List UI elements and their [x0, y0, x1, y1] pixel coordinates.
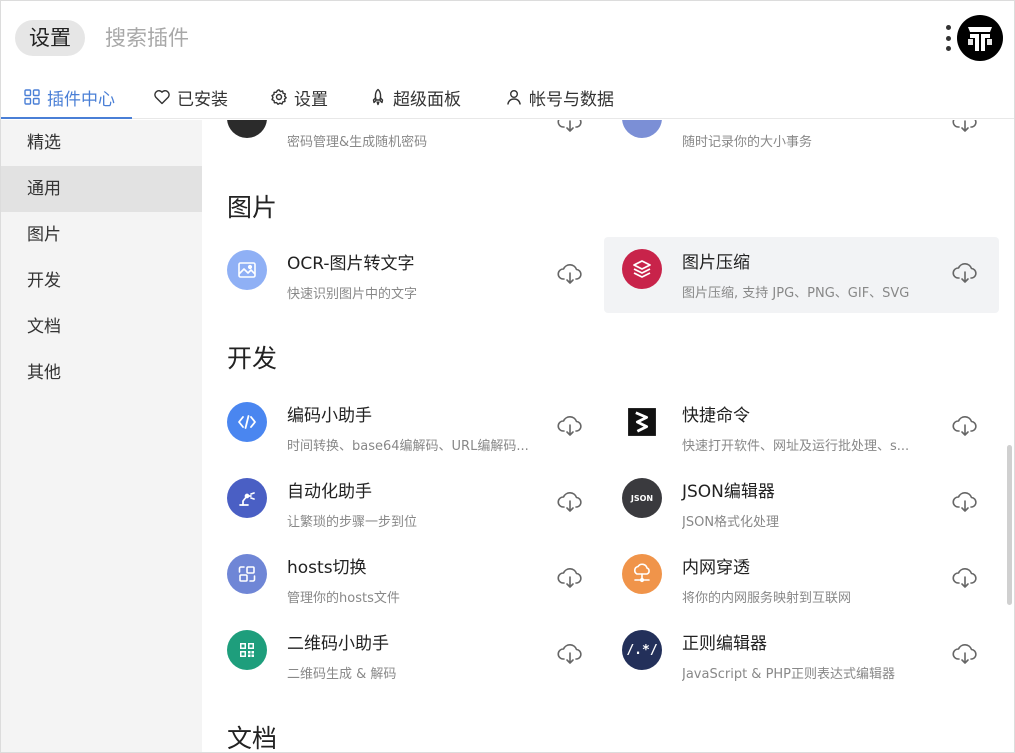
download-cloud-icon[interactable]: [952, 491, 978, 513]
sidebar-item-images[interactable]: 图片: [1, 212, 202, 258]
app-logo-icon[interactable]: [957, 15, 1003, 61]
network-icon: [622, 554, 662, 594]
plugin-desc: 管理你的hosts文件: [287, 591, 400, 606]
plugin-desc: 图片压缩, 支持 JPG、PNG、GIF、SVG: [682, 286, 910, 301]
plugin-desc: JSON格式化处理: [682, 515, 780, 530]
plugin-card-ocr[interactable]: OCR-图片转文字 快速识别图片中的文字: [202, 238, 597, 314]
download-cloud-icon[interactable]: [557, 643, 583, 665]
regex-icon: /.*/: [622, 630, 662, 670]
plugin-desc: 让繁琐的步骤一步到位: [287, 515, 418, 530]
plugin-card-tunnel[interactable]: 内网穿透 将你的内网服务映射到互联网: [597, 542, 992, 618]
plugin-card[interactable]: 密码管理&生成随机密码: [202, 120, 597, 162]
download-cloud-icon[interactable]: [952, 643, 978, 665]
download-cloud-icon[interactable]: [557, 120, 583, 133]
heart-icon: [154, 90, 170, 105]
plugin-desc: JavaScript & PHP正则表达式编辑器: [682, 667, 896, 682]
search-input[interactable]: [105, 20, 805, 56]
swap-icon: [227, 554, 267, 594]
tab-settings[interactable]: 设置: [270, 75, 328, 119]
section-title-docs: 文档: [227, 724, 278, 753]
code-icon: [227, 402, 267, 442]
category-sidebar: 精选 通用 图片 开发 文档 其他: [1, 120, 202, 752]
tab-account-data[interactable]: 帐号与数据: [505, 75, 614, 119]
shortcut-icon: [622, 402, 662, 442]
json-icon-text: JSON: [630, 493, 654, 503]
plugin-name: 自动化助手: [287, 482, 372, 502]
tab-label: 帐号与数据: [529, 89, 614, 110]
download-cloud-icon[interactable]: [952, 415, 978, 437]
sidebar-item-other[interactable]: 其他: [1, 350, 202, 396]
section-title-dev: 开发: [227, 344, 278, 373]
plugin-name: 快捷命令: [682, 406, 750, 426]
sidebar-item-featured[interactable]: 精选: [1, 120, 202, 166]
tab-label: 插件中心: [47, 89, 115, 110]
plugin-card-json-editor[interactable]: JSON JSON编辑器 JSON格式化处理: [597, 466, 992, 542]
user-icon: [507, 90, 521, 105]
active-tab-indicator: [1, 117, 132, 119]
download-cloud-icon[interactable]: [952, 262, 978, 284]
plugin-card-regex[interactable]: /.*/ 正则编辑器 JavaScript & PHP正则表达式编辑器: [597, 618, 992, 694]
plugin-desc: 二维码生成 & 解码: [287, 667, 397, 682]
plugin-desc: 时间转换、base64编解码、URL编解码...: [287, 439, 529, 454]
plugin-card-automation[interactable]: 自动化助手 让繁琐的步骤一步到位: [202, 466, 597, 542]
plugin-name: 图片压缩: [682, 253, 750, 273]
download-cloud-icon[interactable]: [952, 567, 978, 589]
download-cloud-icon[interactable]: [557, 415, 583, 437]
tab-super-panel[interactable]: 超级面板: [369, 75, 461, 119]
plugin-desc: 随时记录你的大小事务: [682, 135, 813, 150]
download-cloud-icon[interactable]: [557, 567, 583, 589]
sidebar-item-general[interactable]: 通用: [1, 166, 202, 212]
plugin-name: 正则编辑器: [682, 634, 767, 654]
plugin-card-image-compress[interactable]: 图片压缩 图片压缩, 支持 JPG、PNG、GIF、SVG: [604, 237, 999, 313]
sidebar-item-docs[interactable]: 文档: [1, 304, 202, 350]
more-menu-icon[interactable]: [941, 23, 955, 53]
plugin-desc: 快速识别图片中的文字: [287, 287, 418, 302]
sidebar-item-dev[interactable]: 开发: [1, 258, 202, 304]
plugin-desc: 密码管理&生成随机密码: [287, 135, 428, 150]
vertical-scrollbar[interactable]: [1007, 445, 1012, 605]
tab-bar: 插件中心 已安装 设置 超级面板 帐号与数据: [1, 75, 1014, 119]
download-cloud-icon[interactable]: [557, 491, 583, 513]
tab-installed[interactable]: 已安装: [153, 75, 228, 119]
regex-icon-text: /.*/: [626, 642, 658, 658]
plugin-desc: 快速打开软件、网址及运行批处理、s...: [682, 439, 910, 454]
tab-label: 设置: [294, 89, 328, 110]
download-cloud-icon[interactable]: [952, 120, 978, 133]
plugin-name: OCR-图片转文字: [287, 254, 415, 274]
plugin-card-hosts[interactable]: hosts切换 管理你的hosts文件: [202, 542, 597, 618]
plugin-name: 二维码小助手: [287, 634, 389, 654]
tab-label: 已安装: [177, 89, 228, 110]
image-icon: [227, 250, 267, 290]
plugin-icon: [227, 120, 267, 138]
settings-pill[interactable]: 设置: [15, 20, 85, 56]
tab-label: 超级面板: [393, 89, 461, 110]
app-window: 设置 插件中心 已安装 设置: [0, 0, 1015, 753]
plugin-card-shortcut[interactable]: 快捷命令 快速打开软件、网址及运行批处理、s...: [597, 390, 992, 466]
robot-arm-icon: [227, 478, 267, 518]
plugin-name: 内网穿透: [682, 558, 750, 578]
qrcode-icon: [227, 630, 267, 670]
gear-icon: [271, 89, 287, 105]
plugin-name: hosts切换: [287, 558, 367, 578]
header: 设置: [1, 1, 1014, 73]
plugin-list: 密码管理&生成随机密码 随时记录你的大小事务 图片 OCR-图片转文字 快速识别…: [202, 120, 1014, 753]
rocket-icon: [372, 88, 384, 106]
plugin-name: JSON编辑器: [682, 482, 775, 502]
plugin-card[interactable]: 随时记录你的大小事务: [597, 120, 992, 162]
section-title-images: 图片: [227, 193, 278, 222]
plugin-icon: [622, 120, 662, 138]
plugin-desc: 将你的内网服务映射到互联网: [682, 591, 852, 606]
tab-plugin-center[interactable]: 插件中心: [23, 75, 115, 119]
download-cloud-icon[interactable]: [557, 263, 583, 285]
json-icon: JSON: [622, 478, 662, 518]
plugin-card-encoder[interactable]: 编码小助手 时间转换、base64编解码、URL编解码...: [202, 390, 597, 466]
plugin-name: 编码小助手: [287, 406, 372, 426]
plugin-card-qrcode[interactable]: 二维码小助手 二维码生成 & 解码: [202, 618, 597, 694]
grid-icon: [24, 89, 40, 105]
layers-icon: [622, 249, 662, 289]
